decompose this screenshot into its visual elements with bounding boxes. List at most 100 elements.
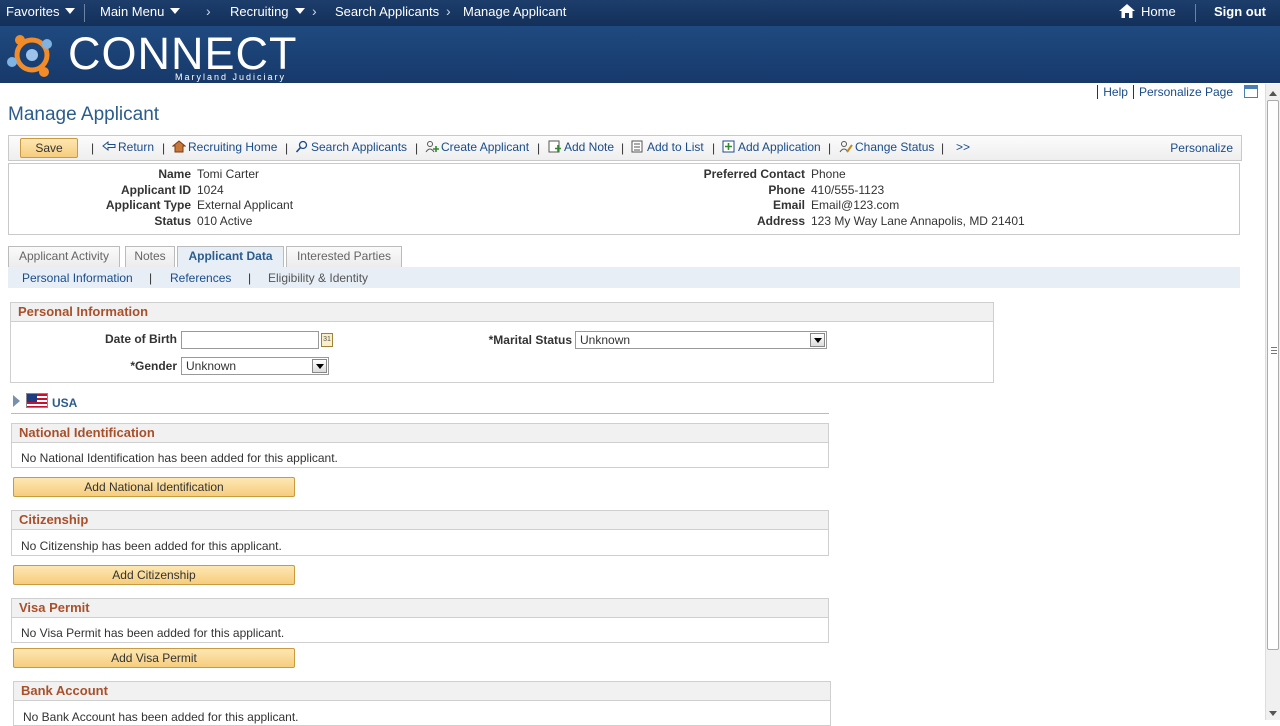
subtab-references[interactable]: References — [170, 271, 231, 285]
separator: | — [621, 141, 625, 155]
section-title: National Identification — [12, 424, 828, 443]
personal-information-section: Personal Information Date of Birth 31 *G… — [10, 302, 994, 383]
preferred-contact-value: Phone — [811, 167, 846, 181]
vertical-scrollbar[interactable] — [1265, 84, 1280, 720]
main-menu[interactable]: Main Menu — [100, 4, 181, 19]
empty-message: No Citizenship has been added for this a… — [21, 539, 282, 553]
logo-subtitle: Maryland Judiciary — [175, 72, 287, 82]
applicant-type-label: Applicant Type — [105, 198, 191, 212]
separator: | — [712, 141, 716, 155]
subtab-personal-information[interactable]: Personal Information — [22, 271, 133, 285]
change-status-icon — [839, 141, 853, 153]
search-applicants-link[interactable]: Search Applicants — [295, 140, 407, 154]
section-title: Citizenship — [12, 511, 828, 530]
home-link[interactable]: Home — [1119, 4, 1176, 19]
tab-applicant-data[interactable]: Applicant Data — [177, 246, 284, 268]
change-status-label: Change Status — [855, 140, 935, 154]
favorites-menu[interactable]: Favorites — [6, 4, 76, 19]
breadcrumb-chevron-icon: › — [312, 3, 317, 19]
return-link[interactable]: Return — [102, 140, 154, 154]
sign-out-link[interactable]: Sign out — [1214, 4, 1266, 19]
phone-label: Phone — [768, 183, 805, 197]
scrollbar-thumb[interactable] — [1267, 100, 1279, 650]
help-link[interactable]: Help — [1097, 85, 1133, 99]
house-icon — [172, 140, 186, 153]
email-label: Email — [772, 198, 805, 212]
add-note-label: Add Note — [564, 140, 615, 154]
add-application-link[interactable]: Add Application — [722, 140, 821, 154]
marital-status-label: *Marital Status — [488, 333, 572, 347]
add-person-icon — [425, 141, 439, 153]
personalize-page-link[interactable]: Personalize Page — [1132, 85, 1238, 99]
separator: | — [537, 141, 541, 155]
breadcrumb-manage-applicant: Manage Applicant — [463, 4, 567, 19]
empty-message: No National Identification has been adde… — [21, 451, 338, 465]
recruiting-home-link[interactable]: Recruiting Home — [172, 140, 277, 154]
country-label: USA — [52, 396, 78, 410]
personalize-link[interactable]: Personalize — [1170, 141, 1233, 155]
visa-permit-section: Visa Permit No Visa Permit has been adde… — [11, 598, 829, 643]
tab-interested-parties[interactable]: Interested Parties — [286, 246, 402, 267]
scroll-up-icon[interactable] — [1269, 91, 1277, 96]
page-title: Manage Applicant — [8, 104, 160, 125]
top-nav-bar: Favorites Main Menu › Recruiting › Searc… — [0, 0, 1280, 26]
connect-logo-icon — [7, 35, 52, 77]
calendar-icon[interactable]: 31 — [321, 333, 333, 347]
chevron-down-icon[interactable] — [810, 333, 825, 347]
separator: | — [828, 141, 832, 155]
breadcrumb-recruiting[interactable]: Recruiting — [230, 4, 305, 19]
bank-account-section: Bank Account No Bank Account has been ad… — [13, 681, 831, 726]
breadcrumb-chevron-icon: › — [206, 3, 211, 19]
create-applicant-link[interactable]: Create Applicant — [425, 140, 529, 154]
status-label: Status — [154, 214, 191, 228]
save-button[interactable]: Save — [20, 138, 78, 158]
separator: | — [162, 141, 166, 155]
recruiting-home-label: Recruiting Home — [188, 140, 278, 154]
country-row-usa[interactable]: USA — [11, 393, 829, 414]
subtab-eligibility-identity[interactable]: Eligibility & Identity — [268, 271, 368, 285]
applicant-summary: Name Tomi Carter Applicant ID 1024 Appli… — [8, 163, 1240, 235]
main-menu-label: Main Menu — [100, 4, 165, 19]
applicant-id-value: 1024 — [197, 183, 224, 197]
applicant-type-value: External Applicant — [197, 198, 294, 212]
gender-select[interactable]: Unknown — [181, 357, 329, 375]
section-title: Visa Permit — [12, 599, 828, 618]
phone-value: 410/555-1123 — [811, 183, 885, 197]
tab-notes[interactable]: Notes — [125, 246, 175, 267]
email-value: Email@123.com — [811, 198, 900, 212]
return-label: Return — [118, 140, 155, 154]
empty-message: No Bank Account has been added for this … — [23, 710, 299, 724]
name-label: Name — [158, 167, 191, 181]
breadcrumb-search-applicants[interactable]: Search Applicants — [335, 4, 439, 19]
add-note-link[interactable]: Add Note — [548, 140, 614, 154]
home-icon — [1119, 4, 1135, 18]
add-application-icon — [722, 140, 735, 153]
separator: | — [91, 141, 95, 155]
scroll-down-icon[interactable] — [1269, 711, 1277, 716]
separator: | — [248, 271, 252, 285]
add-national-identification-button[interactable]: Add National Identification — [13, 477, 295, 497]
status-value: 010 Active — [197, 214, 253, 228]
add-to-list-link[interactable]: Add to List — [631, 140, 704, 154]
expand-icon[interactable] — [13, 395, 20, 407]
section-title: Personal Information — [11, 303, 993, 322]
grid-icon[interactable] — [1244, 85, 1258, 98]
home-label: Home — [1141, 4, 1176, 19]
add-note-icon — [548, 140, 561, 153]
separator: | — [285, 141, 289, 155]
gender-label: *Gender — [130, 359, 177, 373]
chevron-down-icon — [65, 8, 76, 14]
chevron-down-icon[interactable] — [312, 359, 327, 373]
search-applicants-label: Search Applicants — [311, 140, 408, 154]
tab-applicant-activity[interactable]: Applicant Activity — [8, 246, 120, 267]
add-to-list-label: Add to List — [647, 140, 704, 154]
divider — [84, 4, 85, 22]
change-status-link[interactable]: Change Status — [839, 140, 934, 154]
add-visa-permit-button[interactable]: Add Visa Permit — [13, 648, 295, 668]
marital-status-select[interactable]: Unknown — [575, 331, 827, 349]
add-citizenship-button[interactable]: Add Citizenship — [13, 565, 295, 585]
more-actions-link[interactable]: >> — [956, 140, 970, 154]
return-arrow-icon — [102, 140, 116, 152]
dob-input[interactable] — [181, 331, 319, 349]
gender-value: Unknown — [186, 359, 237, 373]
